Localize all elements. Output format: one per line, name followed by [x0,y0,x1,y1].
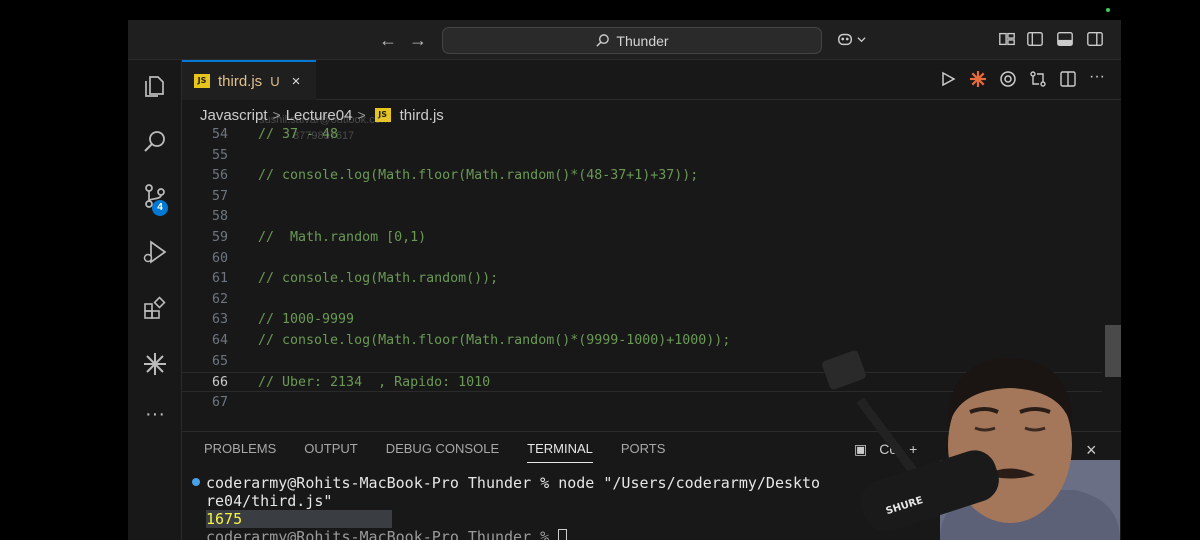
code-text: // console.log(Math.floor(Math.random()*… [258,168,699,184]
command-text: coderarmy@Rohits-MacBook-Pro Thunder % n… [206,474,821,492]
command-status-dot [192,478,200,486]
split-editor-icon[interactable] [1059,70,1077,88]
code-line[interactable]: 59 // Math.random [0,1) [182,228,1102,248]
tab-label: third.js [218,72,263,90]
line-number: 65 [211,353,228,369]
more-icon[interactable]: ··· [141,404,169,432]
arrow-left-icon[interactable]: ← [376,28,400,52]
line-number: 61 [211,271,228,287]
line-number: 60 [211,250,228,266]
line-number: 64 [211,333,228,348]
line-number: 56 [211,168,228,184]
source-control-badge: 4 [152,200,168,216]
explorer-icon[interactable] [141,72,169,100]
run-debug-icon[interactable] [141,238,169,266]
terminal-cursor [558,529,568,540]
command-center-search[interactable]: Thunder [442,27,822,54]
code-line[interactable]: 63 // 1000-9999 [182,310,1102,330]
code-line[interactable]: 56 // console.log(Math.floor(Math.random(… [182,166,1102,186]
code-line[interactable]: 60 [182,249,1102,269]
code-line[interactable]: 54 // 37 - 48 [182,125,1102,145]
run-icon[interactable] [939,70,957,88]
title-bar: ← → Thunder [128,20,1121,60]
customize-layout-icon[interactable] [998,30,1016,48]
line-number: 63 [211,312,228,328]
line-number: 57 [211,188,228,204]
compare-icon[interactable] [1029,70,1047,88]
more-actions-icon[interactable]: ··· [1089,69,1107,88]
status-dot [1106,8,1110,12]
extensions-icon[interactable] [141,294,169,322]
line-number: 58 [211,209,228,225]
ai-assistant-icon[interactable] [141,350,169,378]
arrow-right-icon[interactable]: → [406,28,430,52]
copilot-icon[interactable] [836,30,854,48]
tab-ports[interactable]: PORTS [621,441,666,463]
spark-icon[interactable] [969,70,987,88]
toggle-panel-icon[interactable] [1056,30,1074,48]
prompt-text: coderarmy@Rohits-MacBook-Pro Thunder % [206,528,559,540]
code-text: // console.log(Math.random()); [258,271,499,287]
program-output: 1675 [206,510,393,528]
breadcrumb-item[interactable]: Javascript [200,107,268,124]
line-number: 54 [211,127,228,142]
code-line[interactable]: 57 [182,187,1102,207]
search-icon [596,34,610,47]
code-line[interactable]: 64 // console.log(Math.floor(Math.random(… [182,331,1102,351]
editor-tabs: JS third.js U × ··· [182,60,1121,100]
line-number: 66 [211,375,228,391]
code-line[interactable]: 55 [182,146,1102,166]
javascript-file-icon: JS [194,74,210,88]
code-line[interactable]: 62 [182,290,1102,310]
tab-terminal[interactable]: TERMINAL [527,441,593,463]
code-text: // 1000-9999 [258,312,355,328]
tab-problems[interactable]: PROBLEMS [204,441,276,463]
activity-bar: 4 ··· [128,60,182,540]
chatgpt-icon[interactable] [999,70,1017,88]
code-text: // 37 - 48 [258,127,339,142]
editor-actions: ··· [939,69,1107,88]
tab-third-js[interactable]: JS third.js U × [182,60,316,100]
close-icon[interactable]: × [292,73,301,90]
code-text: // Uber: 2134 , Rapido: 1010 [258,375,491,391]
line-number: 62 [211,291,228,307]
untracked-status: U [270,73,280,89]
command-center-label: Thunder [616,32,669,49]
code-line[interactable]: 61 // console.log(Math.random()); [182,269,1102,289]
code-line[interactable]: 58 [182,207,1102,227]
line-number: 67 [211,394,228,410]
panel-tabs: PROBLEMS OUTPUT DEBUG CONSOLE TERMINAL P… [204,441,665,463]
tab-output[interactable]: OUTPUT [304,441,357,463]
breadcrumb-item[interactable]: third.js [400,107,444,124]
line-number: 55 [211,147,228,163]
toggle-secondary-sidebar-icon[interactable] [1086,30,1104,48]
code-text: // Math.random [0,1) [258,230,427,245]
code-text: // console.log(Math.floor(Math.random()*… [258,333,731,348]
toggle-sidebar-icon[interactable] [1026,30,1044,48]
search-icon[interactable] [141,128,169,156]
tab-debug-console[interactable]: DEBUG CONSOLE [386,441,499,463]
webcam-overlay: SHURE [822,350,1120,540]
line-number: 59 [211,230,228,245]
chevron-down-icon[interactable] [857,35,866,44]
